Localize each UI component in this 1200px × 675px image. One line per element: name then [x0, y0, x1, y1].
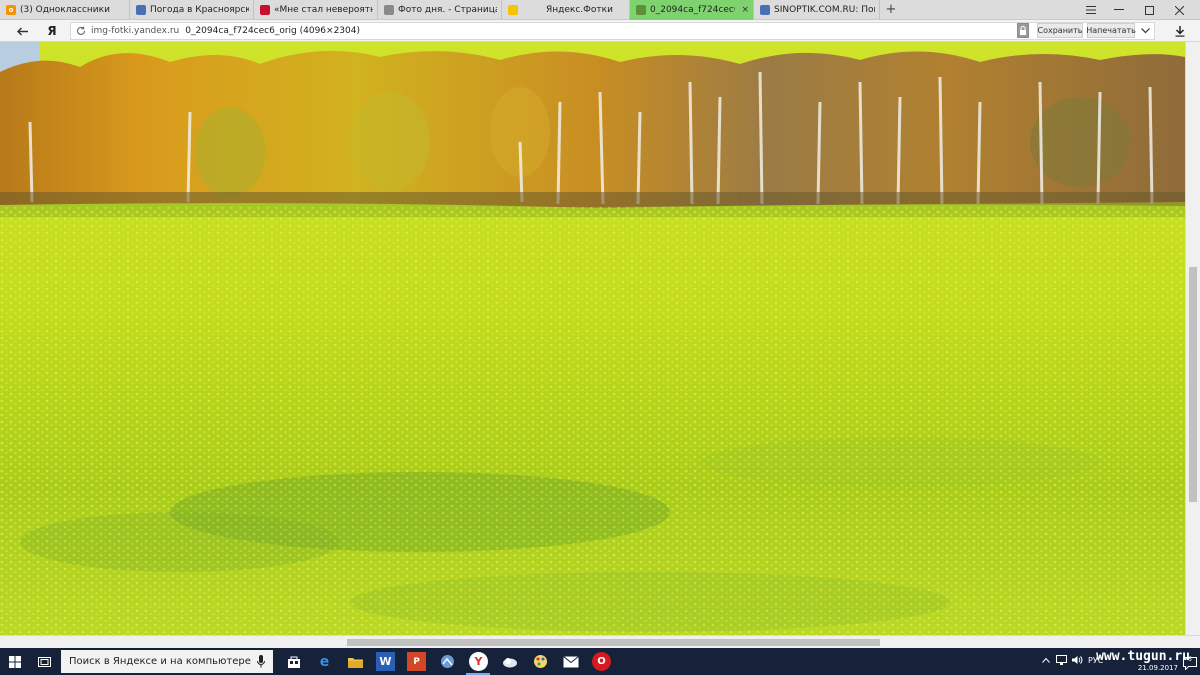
powerpoint-icon[interactable]: P [407, 652, 426, 671]
tab-label: Погода в Красноярске. Про [150, 5, 249, 15]
close-tab-icon[interactable]: × [741, 5, 749, 15]
tab-news[interactable]: «Мне стал невероятно оме [254, 0, 378, 20]
tab-label: Яндекс.Фотки [546, 5, 613, 15]
windows-start-icon[interactable] [0, 648, 30, 675]
save-button[interactable]: Сохранить [1037, 23, 1083, 38]
search-input[interactable]: Поиск в Яндексе и на компьютере [61, 650, 273, 673]
tab-weather-krasnoyarsk[interactable]: Погода в Красноярске. Про [130, 0, 254, 20]
maximize-icon[interactable] [1136, 0, 1162, 20]
vertical-scroll-thumb[interactable] [1189, 267, 1197, 502]
store-icon[interactable] [284, 652, 303, 671]
yandex-logo-icon[interactable]: Я [44, 20, 60, 42]
url-path: 0_2094ca_f724cec6_orig (4096×2304) [185, 26, 360, 36]
tab-label: Фото дня. - Страница 259 - [398, 5, 497, 15]
mail-icon[interactable] [561, 652, 580, 671]
yandex-fotki-icon [508, 5, 518, 15]
url-domain: img-fotki.yandex.ru [91, 26, 180, 36]
vertical-scrollbar[interactable] [1185, 42, 1200, 635]
reload-icon[interactable] [76, 26, 86, 39]
tab-label: SINOPTIK.COM.RU: Погода в [774, 5, 875, 15]
photo-editor-icon[interactable] [438, 652, 457, 671]
address-bar: Я img-fotki.yandex.ru 0_2094ca_f724cec6_… [0, 20, 1200, 42]
chevron-down-icon[interactable] [1138, 20, 1152, 42]
taskbar: Поиск в Яндексе и на компьютере e W P Y … [0, 648, 1200, 675]
notification-count: 6 [1188, 656, 1192, 663]
back-arrow-icon[interactable] [12, 20, 32, 42]
notification-center-icon[interactable]: 6 [1183, 655, 1197, 671]
clock-date[interactable]: 21.09.2017 [1138, 664, 1178, 672]
watermark-text: www.tugun.ru [1096, 649, 1190, 664]
news-icon [260, 5, 270, 15]
network-icon[interactable] [1056, 655, 1067, 665]
volume-icon[interactable] [1072, 655, 1083, 665]
word-icon[interactable]: W [376, 652, 395, 671]
edge-browser-icon[interactable]: e [315, 652, 334, 671]
chevron-up-icon[interactable] [1042, 657, 1050, 663]
file-explorer-icon[interactable] [346, 652, 365, 671]
horizontal-scroll-thumb[interactable] [347, 639, 880, 646]
tab-bar: o (3) Одноклассники Погода в Красноярске… [0, 0, 1200, 20]
tab-label: (3) Одноклассники [20, 5, 110, 15]
menu-icon[interactable] [1078, 0, 1104, 20]
tab-image-orig-active[interactable]: 0_2094ca_f724cec6_orig × [630, 0, 754, 20]
lock-icon[interactable] [1017, 23, 1029, 38]
opera-icon[interactable]: O [592, 652, 611, 671]
document-icon [136, 5, 146, 15]
tab-odnoklassniki[interactable]: o (3) Одноклассники [0, 0, 130, 20]
pencil-icon [384, 5, 394, 15]
odnoklassniki-icon: o [6, 5, 16, 15]
tab-sinoptik[interactable]: SINOPTIK.COM.RU: Погода в [754, 0, 880, 20]
yandex-browser-icon[interactable]: Y [469, 652, 488, 671]
task-view-icon[interactable] [35, 652, 54, 671]
microphone-icon[interactable] [257, 655, 265, 668]
tab-photo-of-day[interactable]: Фото дня. - Страница 259 - [378, 0, 502, 20]
document-icon [760, 5, 770, 15]
image-icon [636, 5, 646, 15]
download-icon[interactable] [1170, 20, 1190, 42]
tab-label: 0_2094ca_f724cec6_orig [650, 5, 735, 15]
weather-app-icon[interactable] [500, 652, 519, 671]
photo-field-forest [0, 42, 1185, 635]
horizontal-scrollbar[interactable] [0, 635, 1200, 648]
print-button[interactable]: Напечатать [1086, 23, 1136, 38]
tab-yandex-fotki[interactable]: Яндекс.Фотки [502, 0, 630, 20]
minimize-icon[interactable] [1106, 0, 1132, 20]
image-viewport[interactable] [0, 42, 1185, 635]
url-field[interactable]: img-fotki.yandex.ru 0_2094ca_f724cec6_or… [70, 22, 1155, 40]
new-tab-button[interactable]: + [884, 0, 898, 20]
paint-icon[interactable] [531, 652, 550, 671]
tab-label: «Мне стал невероятно оме [274, 5, 373, 15]
close-window-icon[interactable] [1166, 0, 1192, 20]
search-placeholder: Поиск в Яндексе и на компьютере [69, 656, 251, 667]
